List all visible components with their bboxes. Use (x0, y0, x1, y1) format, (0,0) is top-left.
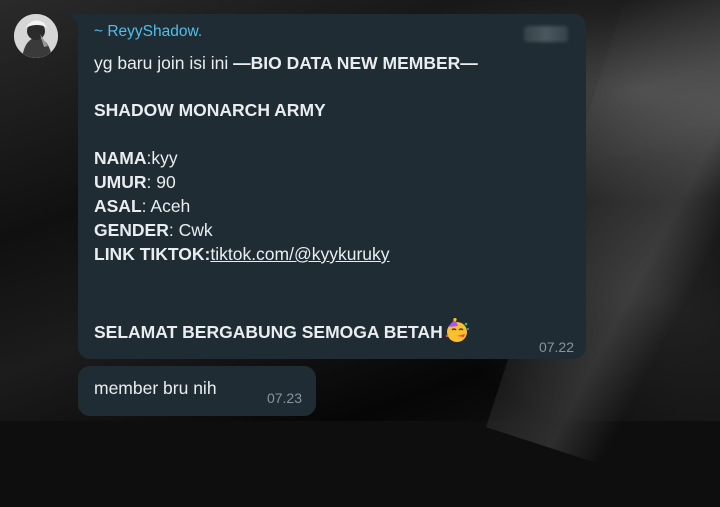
partying-face-icon (444, 318, 470, 350)
message-time: 07.22 (538, 339, 574, 355)
field-value: : 90 (146, 172, 176, 192)
field-label: NAMA (94, 148, 147, 168)
message-time: 07.23 (266, 390, 302, 406)
field-value: : Cwk (168, 220, 213, 240)
tiktok-link[interactable]: tiktok.com/@kyykuruky (210, 244, 389, 264)
message-bubble-2[interactable]: member bru nih 07.23 (78, 366, 316, 416)
field-label: LINK TIKTOK (94, 244, 205, 264)
sender-name[interactable]: ~ ReyyShadow. (94, 23, 202, 41)
intro-text: yg baru join isi ini (94, 53, 234, 73)
sender-avatar[interactable] (14, 14, 58, 58)
message-text: member bru nih (94, 378, 217, 398)
intro-bold-text: —BIO DATA NEW MEMBER— (233, 53, 478, 73)
field-gender: GENDER: Cwk (94, 218, 213, 242)
blurred-phone-tag (524, 26, 568, 42)
field-label: UMUR (94, 172, 147, 192)
field-asal: ASAL: Aceh (94, 194, 190, 218)
field-nama: NAMA:kyy (94, 146, 178, 170)
field-label: ASAL (94, 196, 142, 216)
field-label: GENDER (94, 220, 169, 240)
closing-text: SELAMAT BERGABUNG SEMOGA BETAH (94, 322, 443, 342)
field-umur: UMUR: 90 (94, 170, 176, 194)
group-heading: SHADOW MONARCH ARMY (94, 100, 326, 120)
field-value: : Aceh (141, 196, 191, 216)
avatar-image (14, 14, 58, 58)
closing-line: SELAMAT BERGABUNG SEMOGA BETAH (94, 318, 470, 350)
field-value: :kyy (146, 148, 178, 168)
message-bubble[interactable]: ~ ReyyShadow. yg baru join isi ini —BIO … (78, 14, 586, 359)
field-tiktok: LINK TIKTOK:tiktok.com/@kyykuruky (94, 242, 390, 266)
intro-line: yg baru join isi ini —BIO DATA NEW MEMBE… (94, 51, 478, 75)
